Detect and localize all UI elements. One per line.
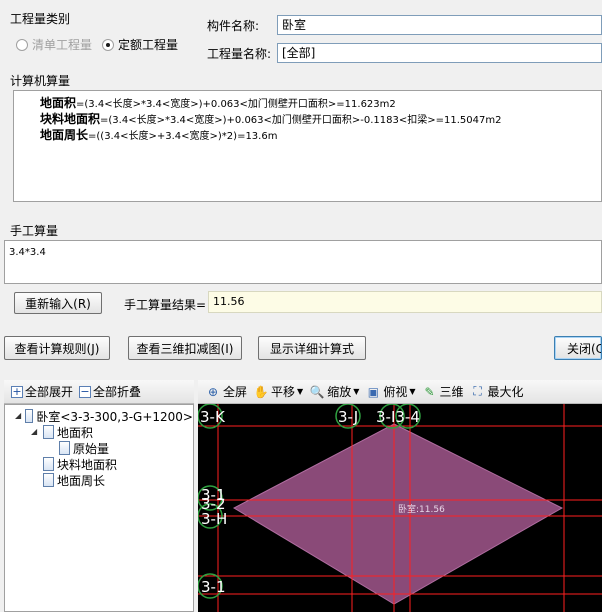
calc-name: 地面积 bbox=[40, 96, 77, 110]
top-view-button[interactable]: ▣ 俯视 ▼ bbox=[362, 383, 418, 400]
view-3d-deduction-button[interactable]: 查看三维扣减图(I) bbox=[128, 336, 242, 360]
collapse-all-label: 全部折叠 bbox=[93, 385, 142, 399]
radio-dot bbox=[16, 38, 28, 51]
zoom-label: 缩放 bbox=[327, 385, 352, 399]
hand-icon: ✋ bbox=[253, 384, 269, 399]
fullscreen-button[interactable]: ⊕ 全屏 bbox=[202, 383, 250, 400]
chevron-down-icon: ▼ bbox=[297, 387, 304, 396]
tree-node-original-quantity[interactable]: 原始量 bbox=[15, 440, 193, 456]
calc-line-floor-area: 地面积=(3.4<长度>*3.4<宽度>)+0.063<加门侧壁开口面积>=11… bbox=[40, 96, 601, 112]
computer-calc-box: 地面积=(3.4<长度>*3.4<宽度>)+0.063<加门侧壁开口面积>=11… bbox=[13, 90, 602, 202]
tree-node-label: 地面周长 bbox=[57, 473, 106, 488]
component-name-label: 构件名称: bbox=[207, 19, 260, 33]
zoom-extent-icon: ⊕ bbox=[207, 384, 219, 399]
component-name-field[interactable]: 卧室 bbox=[277, 15, 602, 35]
view-rules-button[interactable]: 查看计算规则(J) bbox=[4, 336, 110, 360]
pan-button[interactable]: ✋ 平移 ▼ bbox=[250, 383, 306, 400]
fullscreen-label: 全屏 bbox=[223, 385, 248, 399]
manual-result-field: 11.56 bbox=[208, 291, 602, 313]
document-icon bbox=[24, 409, 34, 423]
tree-node-label: 块料地面积 bbox=[57, 457, 118, 472]
axis-label: 3-I3-4 bbox=[376, 408, 420, 426]
collapse-all-button[interactable]: − 全部折叠 bbox=[76, 383, 144, 400]
axis-label: 3-K bbox=[200, 408, 225, 426]
calc-formula: =(3.4<长度>*3.4<宽度>)+0.063<加门侧壁开口面积>=11.62… bbox=[76, 99, 396, 110]
manual-result-label: 手工算量结果= bbox=[124, 298, 207, 312]
quantity-name-select[interactable]: [全部] bbox=[277, 43, 602, 63]
calc-name: 地面周长 bbox=[40, 128, 89, 142]
tree-node-root[interactable]: ◢ 卧室<3-3-300,3-G+1200> bbox=[15, 408, 193, 424]
radio-norm-quantity[interactable]: 定额工程量 bbox=[102, 36, 178, 53]
3d-rotate-icon: ✎ bbox=[424, 384, 435, 399]
magnifier-icon: 🔍 bbox=[309, 384, 325, 399]
maximize-label: 最大化 bbox=[487, 385, 524, 399]
manual-calc-input[interactable]: 3.4*3.4 bbox=[4, 240, 602, 284]
show-detail-formula-button[interactable]: 显示详细计算式 bbox=[258, 336, 366, 360]
pan-label: 平移 bbox=[271, 385, 296, 399]
radio-label: 清单工程量 bbox=[32, 38, 93, 52]
axis-label: 3-H bbox=[201, 510, 228, 528]
calc-line-tile-area: 块料地面积=(3.4<长度>*3.4<宽度>)+0.063<加门侧壁开口面积>-… bbox=[40, 112, 601, 128]
tree-toolbar: + 全部展开 − 全部折叠 bbox=[4, 380, 194, 404]
radio-bill-quantity[interactable]: 清单工程量 bbox=[16, 36, 92, 53]
axis-label: 3-J bbox=[338, 408, 359, 426]
calc-formula: =(3.4<长度>*3.4<宽度>)+0.063<加门侧壁开口面积>-0.118… bbox=[100, 115, 502, 126]
collapse-triangle-icon[interactable]: ◢ bbox=[15, 411, 22, 421]
document-icon bbox=[43, 425, 54, 439]
manual-calc-title: 手工算量 bbox=[10, 224, 59, 238]
cube-icon: ▣ bbox=[367, 384, 380, 399]
document-icon bbox=[43, 457, 54, 471]
manual-result-value: 11.56 bbox=[213, 295, 245, 308]
computer-calc-title: 计算机算量 bbox=[10, 74, 71, 88]
collapse-triangle-icon[interactable]: ◢ bbox=[31, 427, 40, 437]
expand-all-button[interactable]: + 全部展开 bbox=[8, 383, 76, 400]
tree-node-label: 原始量 bbox=[73, 441, 110, 456]
expand-all-label: 全部展开 bbox=[25, 385, 74, 399]
tree-node-perimeter[interactable]: 地面周长 bbox=[15, 472, 193, 488]
calc-line-perimeter: 地面周长=((3.4<长度>+3.4<宽度>)*2)=13.6m bbox=[40, 128, 601, 144]
quantity-name-label: 工程量名称: bbox=[207, 47, 272, 61]
manual-expression: 3.4*3.4 bbox=[9, 247, 46, 258]
plus-icon: + bbox=[11, 384, 23, 398]
chevron-down-icon: ▼ bbox=[409, 387, 416, 396]
tree-node-floor-area[interactable]: ◢ 地面积 bbox=[15, 424, 193, 440]
tree-node-label: 地面积 bbox=[57, 425, 94, 440]
radio-label: 定额工程量 bbox=[118, 38, 179, 52]
minus-icon: − bbox=[79, 384, 92, 398]
tree-node-tile-area[interactable]: 块料地面积 bbox=[15, 456, 193, 472]
maximize-button[interactable]: ⛶ 最大化 bbox=[467, 383, 527, 400]
close-button[interactable]: 关闭(C bbox=[554, 336, 602, 360]
quantity-tree: ◢ 卧室<3-3-300,3-G+1200> ◢ 地面积 原始量 块料地面积 地… bbox=[4, 404, 194, 612]
view-canvas[interactable]: 3-K 3-J 3-I3-4 3-1 3-2 3-H 3-1 卧室:11.56 bbox=[198, 404, 602, 612]
3d-button[interactable]: ✎ 三维 bbox=[419, 383, 467, 400]
room-label: 卧室:11.56 bbox=[398, 505, 445, 515]
maximize-icon: ⛶ bbox=[473, 384, 482, 398]
zoom-button[interactable]: 🔍 缩放 ▼ bbox=[306, 383, 362, 400]
document-icon bbox=[59, 441, 70, 455]
calc-name: 块料地面积 bbox=[40, 112, 101, 126]
reenter-button[interactable]: 重新输入(R) bbox=[14, 292, 102, 314]
document-icon bbox=[43, 473, 54, 487]
3d-label: 三维 bbox=[439, 385, 464, 399]
tree-node-label: 卧室<3-3-300,3-G+1200> bbox=[36, 409, 193, 424]
chevron-down-icon: ▼ bbox=[353, 387, 360, 396]
axis-label: 3-1 bbox=[201, 578, 226, 596]
quantity-type-title: 工程量类别 bbox=[10, 12, 71, 26]
radio-dot bbox=[102, 38, 114, 51]
view-toolbar: ⊕ 全屏 ✋ 平移 ▼ 🔍 缩放 ▼ ▣ 俯视 ▼ ✎ 三维 ⛶ 最大化 bbox=[198, 380, 602, 404]
top-view-label: 俯视 bbox=[383, 385, 408, 399]
calc-formula: =((3.4<长度>+3.4<宽度>)*2)=13.6m bbox=[88, 131, 278, 142]
